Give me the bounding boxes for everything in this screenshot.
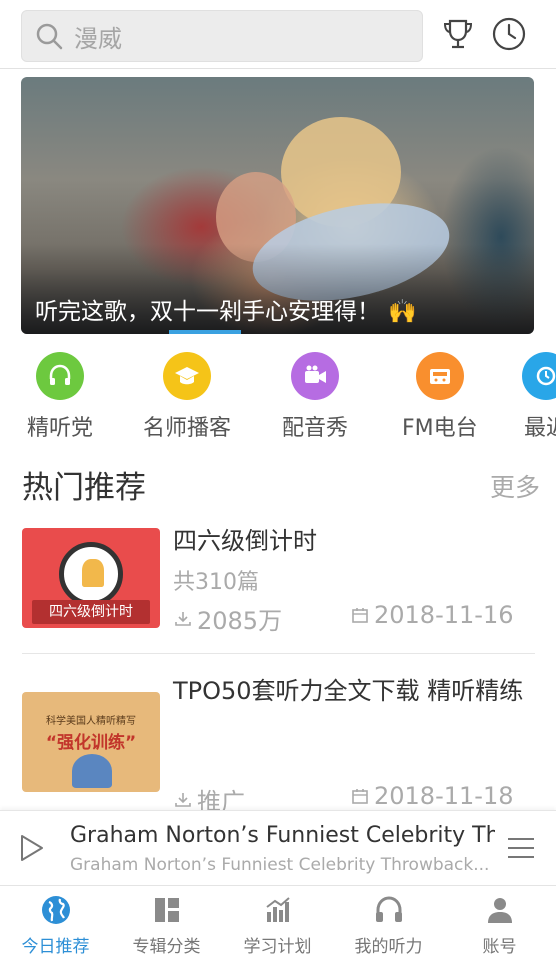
thumbnail-tag: 四六级倒计时 — [32, 600, 150, 624]
item-title: 四六级倒计时 — [173, 527, 317, 555]
more-link[interactable]: 更多 — [490, 468, 540, 504]
playlist-menu-icon[interactable] — [505, 833, 537, 863]
headphones-icon — [36, 352, 84, 400]
category-peiyinxiu[interactable]: 配音秀 — [282, 352, 348, 442]
category-mingshi-boke[interactable]: 名师播客 — [143, 352, 231, 442]
graduation-cap-icon — [163, 352, 211, 400]
search-placeholder: 漫威 — [74, 24, 122, 53]
tab-account[interactable]: 账号 — [444, 894, 555, 957]
category-jingtingdang[interactable]: 精听党 — [27, 352, 93, 442]
category-icon — [154, 898, 179, 922]
user-icon — [487, 898, 512, 923]
headphones-icon — [375, 896, 402, 922]
item-date: 2018-11-18 — [350, 782, 513, 810]
category-fm-radio[interactable]: FM电台 — [402, 352, 478, 442]
banner-caption: 听完这歌，双十一剁手心安理得！ 🙌 — [35, 299, 417, 325]
globe-icon — [41, 896, 70, 924]
divider — [22, 653, 535, 654]
chart-icon — [265, 897, 290, 922]
calendar-icon — [352, 789, 368, 804]
list-item[interactable]: 科学美国人精听精写 “强化训练” TPO50套听力全文下载 精听精练 推广 20… — [0, 676, 556, 816]
category-row: 精听党 名师播客 配音秀 FM电台 最近 — [0, 352, 556, 444]
section-title: 热门推荐 — [22, 470, 146, 506]
item-title: TPO50套听力全文下载 精听精练 — [173, 677, 524, 705]
mini-player[interactable]: Graham Norton’s Funniest Celebrity Throw… — [0, 810, 556, 885]
radio-icon — [415, 352, 464, 400]
item-thumbnail: 四六级倒计时 — [22, 528, 160, 628]
tab-my-listening[interactable]: 我的听力 — [333, 894, 444, 957]
tab-study-plan[interactable]: 学习计划 — [222, 894, 333, 957]
bottom-tab-bar: 今日推荐 专辑分类 学习计划 我的听力 账号 — [0, 885, 556, 960]
list-item[interactable]: 四六级倒计时 四六级倒计时 共310篇 2085万 2018-11-16 — [0, 527, 556, 648]
student-illustration — [72, 754, 112, 788]
player-subtitle: Graham Norton’s Funniest Celebrity Throw… — [70, 855, 490, 875]
clock-icon[interactable] — [491, 16, 527, 52]
item-count-articles: 共310篇 — [173, 570, 259, 595]
top-bar: 漫威 — [0, 0, 556, 69]
item-thumbnail: 科学美国人精听精写 “强化训练” — [22, 692, 160, 792]
stopwatch-icon — [59, 542, 123, 606]
carousel-indicator — [169, 330, 241, 334]
play-icon[interactable] — [16, 833, 46, 863]
tab-today[interactable]: 今日推荐 — [0, 894, 111, 957]
category-recent[interactable]: 最近 — [522, 352, 556, 442]
thumbnail-headline: “强化训练” — [45, 733, 137, 753]
thumbnail-caption: 科学美国人精听精写 — [46, 716, 136, 727]
download-icon — [175, 792, 191, 807]
recent-icon — [522, 352, 556, 400]
trophy-icon[interactable] — [440, 16, 476, 52]
video-camera-icon — [291, 352, 339, 400]
calendar-icon — [352, 608, 368, 623]
download-icon — [175, 611, 191, 626]
search-bar[interactable]: 漫威 — [21, 10, 423, 62]
item-date: 2018-11-16 — [350, 601, 513, 629]
raised-hands-emoji: 🙌 — [388, 299, 417, 325]
banner-carousel[interactable]: 听完这歌，双十一剁手心安理得！ 🙌 — [21, 77, 534, 334]
player-title: Graham Norton’s Funniest Celebrity Throw… — [70, 823, 495, 848]
item-listen-count: 2085万 — [173, 601, 282, 636]
tab-categories[interactable]: 专辑分类 — [111, 894, 222, 957]
search-icon — [36, 23, 63, 50]
